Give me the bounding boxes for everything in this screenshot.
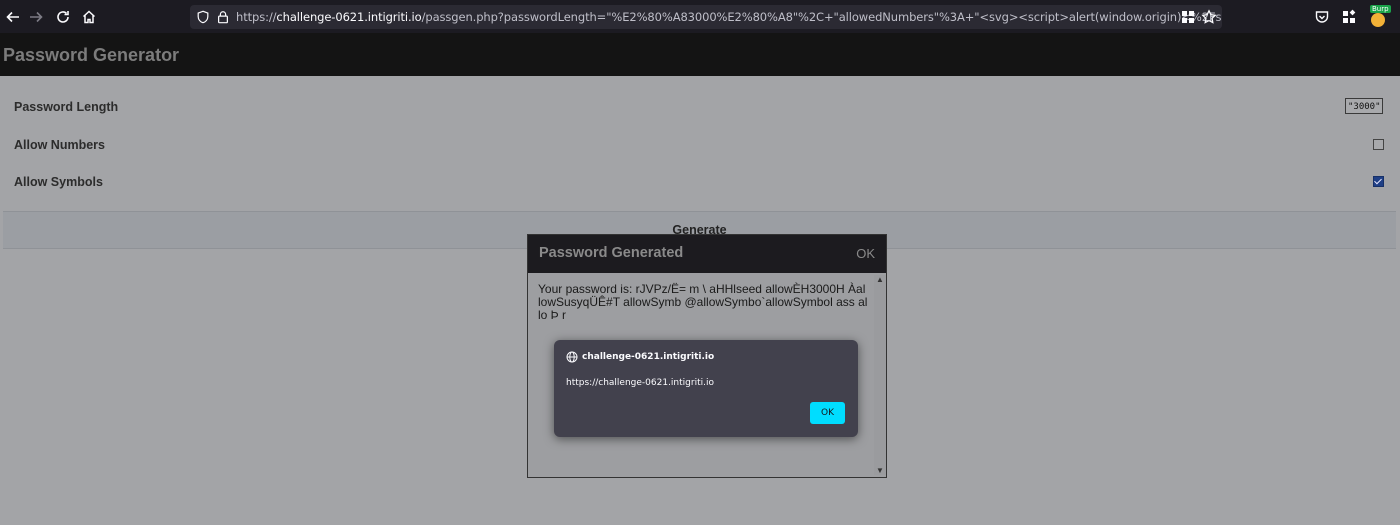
forward-arrow-icon bbox=[30, 11, 43, 23]
url-prefix: https:// bbox=[236, 10, 277, 24]
app-header: Password Generator bbox=[0, 33, 1400, 76]
alert-dialog: challenge-0621.intigriti.io https://chal… bbox=[554, 340, 858, 437]
url-text: https://challenge-0621.intigriti.io/pass… bbox=[236, 10, 1222, 24]
scroll-up-icon[interactable]: ▲ bbox=[876, 275, 884, 284]
browser-toolbar: https://challenge-0621.intigriti.io/pass… bbox=[0, 0, 1400, 33]
modal-header: Password Generated OK bbox=[528, 235, 886, 273]
alert-message: https://challenge-0621.intigriti.io bbox=[566, 378, 714, 388]
alert-origin: challenge-0621.intigriti.io bbox=[582, 352, 715, 362]
home-icon bbox=[82, 10, 96, 24]
grid-icon bbox=[1182, 11, 1194, 23]
pocket-icon bbox=[1315, 11, 1329, 23]
reload-button[interactable] bbox=[53, 7, 73, 27]
allow-symbols-label: Allow Symbols bbox=[14, 175, 103, 189]
password-length-input[interactable]: "3000", bbox=[1345, 98, 1383, 114]
extensions-button[interactable] bbox=[1339, 7, 1359, 27]
bookmark-button[interactable] bbox=[1199, 7, 1219, 27]
back-button[interactable] bbox=[3, 7, 23, 27]
burp-extension-button[interactable]: Burp bbox=[1368, 5, 1391, 27]
modal-scrollbar[interactable]: ▲ ▼ bbox=[874, 275, 886, 475]
allow-numbers-label: Allow Numbers bbox=[14, 138, 105, 152]
url-host: challenge-0621.intigriti.io bbox=[276, 10, 422, 24]
burp-badge: Burp bbox=[1370, 5, 1391, 13]
modal-ok-button[interactable]: OK bbox=[856, 246, 875, 261]
star-icon bbox=[1201, 9, 1217, 24]
alert-ok-label: OK bbox=[821, 408, 834, 418]
password-length-label: Password Length bbox=[14, 100, 119, 114]
alert-ok-button[interactable]: OK bbox=[810, 402, 845, 424]
tracking-shield-icon[interactable] bbox=[195, 9, 211, 25]
pocket-button[interactable] bbox=[1312, 7, 1332, 27]
password-output: Your password is: rJVPz/Ë= m \ aHHlseed … bbox=[538, 282, 868, 322]
burp-icon bbox=[1371, 13, 1385, 27]
page-title: Password Generator bbox=[3, 45, 180, 65]
back-arrow-icon bbox=[6, 11, 19, 23]
url-bar[interactable]: https://challenge-0621.intigriti.io/pass… bbox=[190, 5, 1222, 29]
extensions-icon bbox=[1343, 9, 1356, 23]
allow-numbers-checkbox[interactable] bbox=[1373, 139, 1384, 150]
page-actions-button[interactable] bbox=[1178, 7, 1198, 27]
home-button[interactable] bbox=[79, 7, 99, 27]
globe-icon bbox=[566, 351, 578, 363]
allow-symbols-checkbox[interactable] bbox=[1373, 176, 1384, 187]
modal-title: Password Generated bbox=[539, 245, 684, 261]
scroll-down-icon[interactable]: ▼ bbox=[876, 466, 884, 475]
reload-icon bbox=[57, 11, 69, 23]
forward-button[interactable] bbox=[26, 7, 46, 27]
url-path: /passgen.php?passwordLength="%E2%80%A830… bbox=[421, 10, 1222, 24]
lock-icon[interactable] bbox=[215, 9, 231, 25]
